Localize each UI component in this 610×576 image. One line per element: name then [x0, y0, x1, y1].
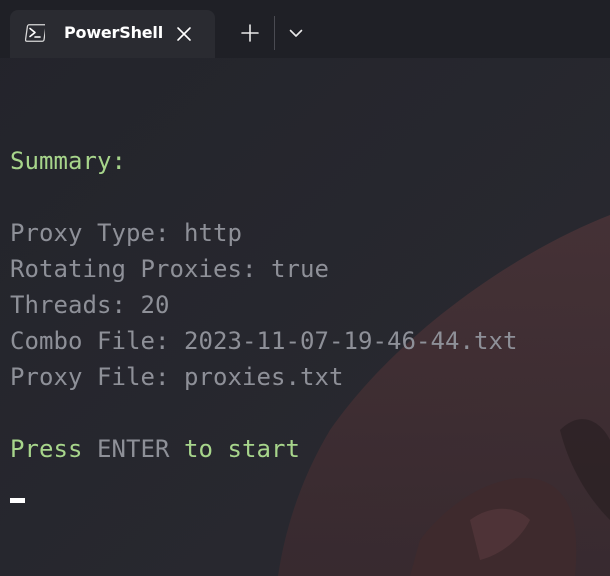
tab-powershell[interactable]: PowerShell	[10, 10, 215, 58]
tab-title: PowerShell	[64, 23, 163, 42]
prompt-enter: ENTER	[82, 435, 184, 463]
powershell-icon	[25, 24, 45, 42]
output-line-combo-file: Combo File: 2023-11-07-19-46-44.txt	[10, 327, 518, 355]
output-line-threads: Threads: 20	[10, 291, 170, 319]
prompt-press: Press	[10, 435, 83, 463]
close-icon[interactable]	[174, 24, 194, 44]
text-cursor	[10, 498, 25, 503]
prompt-to-start: to start	[184, 435, 300, 463]
output-line-proxy-file: Proxy File: proxies.txt	[10, 363, 344, 391]
start-prompt: Press ENTER to start	[10, 434, 300, 464]
plus-icon[interactable]	[237, 20, 263, 46]
chevron-down-icon[interactable]	[283, 20, 309, 46]
output-line-rotating-proxies: Rotating Proxies: true	[10, 255, 329, 283]
terminal-window: PowerShell Summary: Proxy Type: http Rot…	[0, 0, 610, 576]
tab-separator	[274, 16, 275, 50]
tab-bar: PowerShell	[0, 0, 610, 58]
summary-heading: Summary:	[10, 147, 126, 175]
terminal-output[interactable]: Summary: Proxy Type: http Rotating Proxi…	[0, 58, 610, 576]
output-line-proxy-type: Proxy Type: http	[10, 219, 242, 247]
